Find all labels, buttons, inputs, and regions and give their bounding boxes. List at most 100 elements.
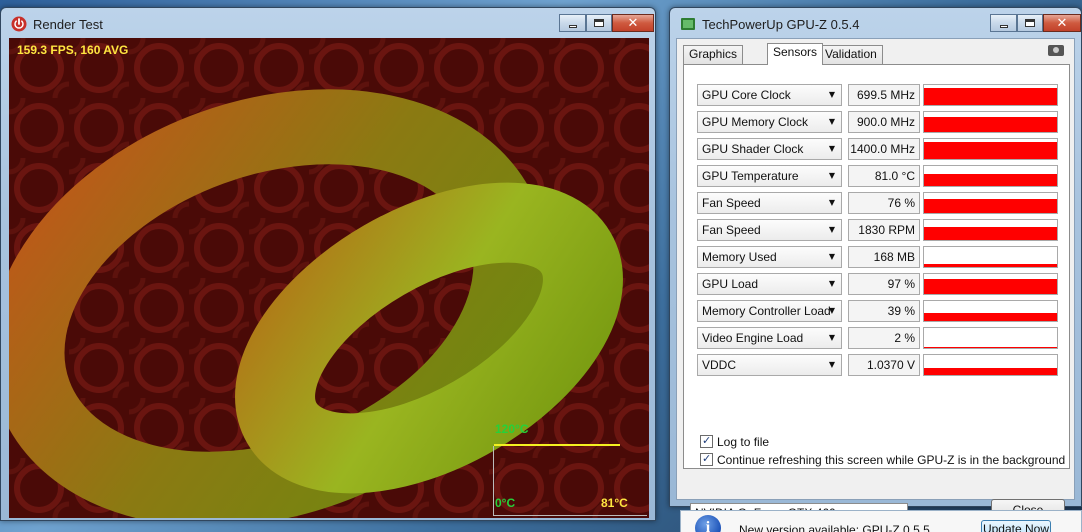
sensor-name-select[interactable]: Memory Controller Load ▼ (697, 300, 842, 322)
sensor-row: Memory Used ▼ 168 MB (697, 246, 1059, 268)
sensor-value: 81.0 °C (848, 165, 920, 187)
sensor-name-select[interactable]: Fan Speed ▼ (697, 192, 842, 214)
sensor-graph-fill (924, 368, 1057, 375)
sensor-graph[interactable] (923, 84, 1058, 106)
log-to-file-label: Log to file (717, 435, 770, 449)
sensor-name-select[interactable]: GPU Memory Clock ▼ (697, 111, 842, 133)
sensor-graph-fill (924, 347, 1057, 348)
sensor-value: 1830 RPM (848, 219, 920, 241)
dropdown-arrow-icon: ▼ (828, 333, 835, 342)
fps-counter: 159.3 FPS, 160 AVG (17, 43, 129, 57)
tab-graphics-card[interactable]: Graphics Card (683, 45, 744, 78)
update-notice-text: New version available: GPU-Z 0.5.5 (739, 523, 930, 532)
gpuz-app-icon (681, 18, 695, 30)
minimize-button[interactable] (559, 14, 586, 32)
maximize-button[interactable] (1017, 14, 1043, 32)
sensor-graph-fill (924, 227, 1057, 240)
sensor-row: GPU Load ▼ 97 % (697, 273, 1059, 295)
sensor-graph[interactable] (923, 192, 1058, 214)
checkbox-icon (700, 434, 713, 448)
sensor-graph[interactable] (923, 246, 1058, 268)
sensor-name: Fan Speed (702, 196, 761, 210)
sensor-graph-fill (924, 88, 1057, 105)
sensor-graph-fill (924, 174, 1057, 186)
sensor-graph[interactable] (923, 138, 1058, 160)
sensor-name: GPU Shader Clock (702, 142, 804, 156)
close-icon: ✕ (1056, 15, 1068, 31)
sensor-name: GPU Temperature (702, 169, 799, 183)
dropdown-arrow-icon: ▼ (828, 360, 835, 369)
sensor-row: Fan Speed ▼ 1830 RPM (697, 219, 1059, 241)
log-to-file-checkbox[interactable]: Log to file (700, 434, 770, 449)
sensor-name: Memory Used (702, 250, 777, 264)
camera-icon[interactable] (1048, 45, 1064, 56)
tab-sensors[interactable]: Sensors (767, 43, 824, 65)
temperature-graph-line (494, 444, 620, 446)
graph-current-label: 81°C (601, 496, 628, 510)
gpuz-body: Graphics Card Sensors Validation GPU Cor… (676, 38, 1075, 524)
dropdown-arrow-icon: ▼ (828, 117, 835, 126)
continue-refresh-checkbox[interactable]: Continue refreshing this screen while GP… (700, 452, 1066, 467)
sensor-value: 39 % (848, 300, 920, 322)
info-icon: i (695, 515, 721, 532)
minimize-button[interactable] (990, 14, 1017, 32)
sensor-graph-fill (924, 117, 1057, 132)
sensor-row: Fan Speed ▼ 76 % (697, 192, 1059, 214)
title-bar[interactable]: Render Test ✕ (1, 8, 655, 38)
update-now-button[interactable]: Update Now (981, 520, 1051, 532)
sensor-row: Memory Controller Load ▼ 39 % (697, 300, 1059, 322)
sensor-name-select[interactable]: VDDC ▼ (697, 354, 842, 376)
maximize-button[interactable] (586, 14, 612, 32)
window-title: Render Test (33, 17, 103, 32)
sensor-name: VDDC (702, 358, 737, 372)
sensor-name-select[interactable]: GPU Core Clock ▼ (697, 84, 842, 106)
dropdown-arrow-icon: ▼ (828, 252, 835, 261)
dropdown-arrow-icon: ▼ (828, 225, 835, 234)
graph-max-label: 120°C (495, 422, 529, 436)
dropdown-arrow-icon: ▼ (828, 144, 835, 153)
sensor-name-select[interactable]: Fan Speed ▼ (697, 219, 842, 241)
gpuz-window: TechPowerUp GPU-Z 0.5.4 ✕ Graphics Card … (669, 7, 1082, 524)
close-window-button[interactable]: ✕ (1043, 14, 1081, 32)
sensor-graph[interactable] (923, 219, 1058, 241)
sensor-row: Video Engine Load ▼ 2 % (697, 327, 1059, 349)
sensor-graph[interactable] (923, 111, 1058, 133)
sensor-name: Memory Controller Load (702, 304, 831, 318)
sensor-graph[interactable] (923, 165, 1058, 187)
maximize-icon (594, 19, 604, 27)
close-icon: ✕ (627, 15, 639, 31)
sensor-panel: GPU Core Clock ▼ 699.5 MHz GPU Memory Clock… (683, 64, 1070, 469)
tab-validation[interactable]: Validation (819, 45, 883, 64)
sensor-name-select[interactable]: GPU Temperature ▼ (697, 165, 842, 187)
sensor-name-select[interactable]: GPU Load ▼ (697, 273, 842, 295)
sensor-value: 900.0 MHz (848, 111, 920, 133)
sensor-name: GPU Memory Clock (702, 115, 809, 129)
sensor-value: 1.0370 V (848, 354, 920, 376)
sensor-name: Video Engine Load (702, 331, 804, 345)
sensor-graph[interactable] (923, 354, 1058, 376)
dropdown-arrow-icon: ▼ (828, 306, 835, 315)
sensor-graph[interactable] (923, 273, 1058, 295)
close-window-button[interactable]: ✕ (612, 14, 654, 32)
sensor-graph-fill (924, 313, 1057, 321)
sensor-graph-fill (924, 142, 1057, 159)
render-viewport[interactable]: 159.3 FPS, 160 AVG 120°C 0°C 81°C (9, 38, 649, 518)
sensor-value: 97 % (848, 273, 920, 295)
sensor-value: 2 % (848, 327, 920, 349)
checkbox-icon (700, 452, 713, 466)
sensor-name-select[interactable]: Memory Used ▼ (697, 246, 842, 268)
sensor-name-select[interactable]: Video Engine Load ▼ (697, 327, 842, 349)
minimize-icon (999, 24, 1008, 28)
sensor-row: GPU Temperature ▼ 81.0 °C (697, 165, 1059, 187)
sensor-name: GPU Load (702, 277, 759, 291)
sensor-graph[interactable] (923, 327, 1058, 349)
sensor-value: 699.5 MHz (848, 84, 920, 106)
sensor-value: 76 % (848, 192, 920, 214)
sensor-name: GPU Core Clock (702, 88, 791, 102)
maximize-icon (1025, 19, 1035, 27)
title-bar[interactable]: TechPowerUp GPU-Z 0.5.4 ✕ (670, 8, 1081, 38)
sensor-name-select[interactable]: GPU Shader Clock ▼ (697, 138, 842, 160)
continue-refresh-label: Continue refreshing this screen while GP… (717, 453, 1066, 467)
dropdown-arrow-icon: ▼ (828, 171, 835, 180)
sensor-graph[interactable] (923, 300, 1058, 322)
